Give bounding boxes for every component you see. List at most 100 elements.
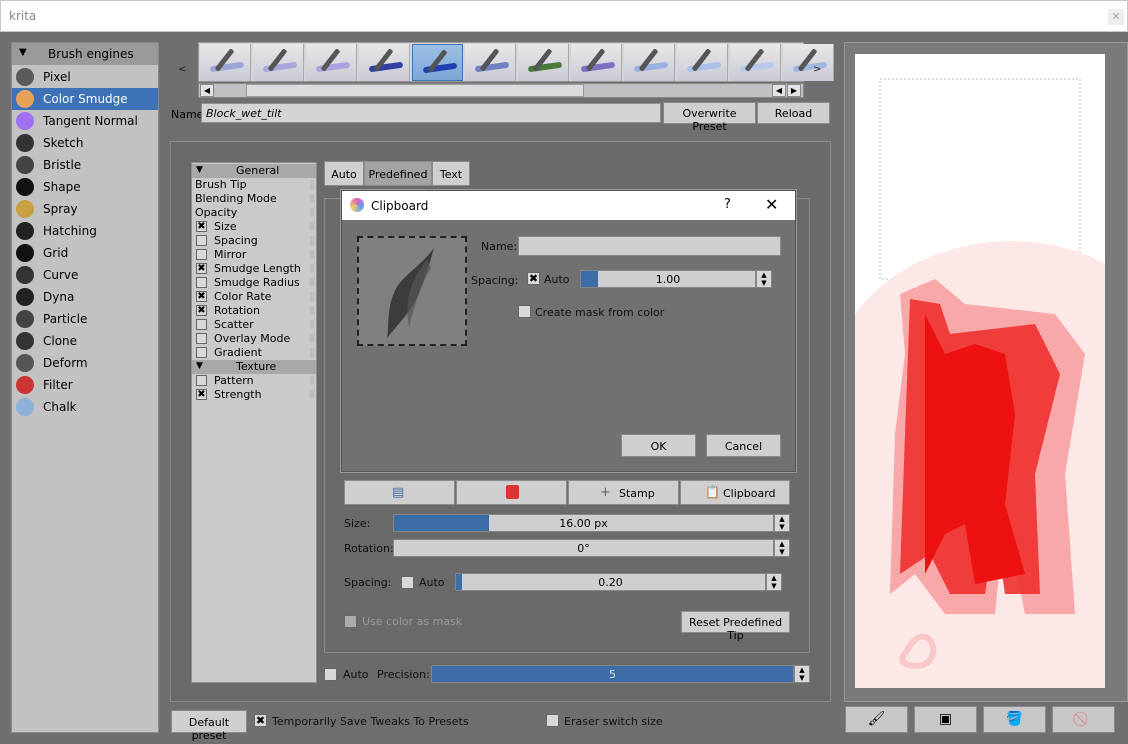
option-checkbox[interactable]: ✖ [196, 389, 207, 400]
create-mask-checkbox[interactable] [518, 305, 531, 318]
option-checkbox[interactable] [196, 375, 207, 386]
lock-icon[interactable] [310, 194, 314, 203]
option-item[interactable]: Brush Tip [192, 178, 316, 192]
preset-thumbnail[interactable] [783, 44, 834, 81]
option-item[interactable]: Gradient [192, 346, 316, 360]
engine-item[interactable]: Shape [12, 176, 158, 198]
engine-item[interactable]: Deform [12, 352, 158, 374]
option-item[interactable]: Spacing [192, 234, 316, 248]
engine-item[interactable]: Sketch [12, 132, 158, 154]
scroll-left-arrow-icon-2[interactable]: ◀ [772, 84, 786, 97]
window-close-button[interactable]: ✕ [1108, 9, 1124, 25]
preset-name-field[interactable]: Block_wet_tilt [201, 103, 661, 123]
lock-icon[interactable] [310, 348, 314, 357]
preset-thumbnail[interactable] [200, 44, 251, 81]
use-color-mask-checkbox[interactable] [344, 615, 357, 628]
lock-icon[interactable] [310, 264, 314, 273]
option-item[interactable]: Smudge Radius [192, 276, 316, 290]
preset-thumbnail[interactable] [359, 44, 410, 81]
option-checkbox[interactable]: ✖ [196, 263, 207, 274]
preset-scroll-right-button[interactable]: > [813, 64, 821, 75]
lock-icon[interactable] [310, 250, 314, 259]
preset-thumbnail[interactable] [253, 44, 304, 81]
engine-item[interactable]: Color Smudge [12, 88, 158, 110]
option-group-header[interactable]: ▼ General [192, 164, 316, 178]
preset-thumbnail[interactable] [730, 44, 781, 81]
scroll-left-arrow-icon[interactable]: ◀ [200, 84, 214, 97]
preset-thumbnail[interactable] [677, 44, 728, 81]
import-tip-button[interactable]: ▤ [344, 480, 455, 505]
rotation-slider[interactable]: 0° [393, 539, 774, 557]
lock-icon[interactable] [310, 334, 314, 343]
option-checkbox[interactable] [196, 235, 207, 246]
preset-thumbnail[interactable] [518, 44, 569, 81]
import-abr-button[interactable] [456, 480, 567, 505]
precision-spinner[interactable]: ▲ ▼ [794, 665, 810, 683]
rotation-spinner[interactable]: ▲ ▼ [774, 539, 790, 557]
option-item[interactable]: ✖ Strength [192, 388, 316, 402]
option-item[interactable]: Scatter [192, 318, 316, 332]
dialog-close-button[interactable]: ✕ [765, 195, 778, 214]
tab-predefined[interactable]: Predefined [364, 161, 432, 186]
option-item[interactable]: ✖ Smudge Length [192, 262, 316, 276]
brush-tool-button[interactable]: 🖌 [845, 706, 908, 733]
engine-item[interactable]: Tangent Normal [12, 110, 158, 132]
lock-icon[interactable] [310, 306, 314, 315]
lock-icon[interactable] [310, 208, 314, 217]
preset-thumbnail[interactable] [465, 44, 516, 81]
clipboard-button[interactable]: 📋 Clipboard [680, 480, 790, 505]
option-checkbox[interactable] [196, 333, 207, 344]
dialog-spacing-auto-checkbox[interactable]: ✖ [527, 272, 540, 285]
option-checkbox[interactable]: ✖ [196, 291, 207, 302]
option-item[interactable]: Overlay Mode [192, 332, 316, 346]
option-item[interactable]: ✖ Color Rate [192, 290, 316, 304]
size-slider[interactable]: 16.00 px [393, 514, 774, 532]
lock-icon[interactable] [310, 236, 314, 245]
lock-icon[interactable] [310, 320, 314, 329]
option-group-header[interactable]: ▼ Texture [192, 360, 316, 374]
lock-icon[interactable] [310, 376, 314, 385]
spacing-auto-checkbox[interactable] [401, 576, 414, 589]
engine-item[interactable]: Curve [12, 264, 158, 286]
dialog-cancel-button[interactable]: Cancel [706, 434, 781, 457]
reload-button[interactable]: Reload [757, 102, 830, 124]
dialog-spacing-spinner[interactable]: ▲ ▼ [756, 270, 772, 288]
eraser-switch-checkbox[interactable] [546, 714, 559, 727]
option-checkbox[interactable] [196, 249, 207, 260]
option-checkbox[interactable]: ✖ [196, 305, 207, 316]
option-item[interactable]: Blending Mode [192, 192, 316, 206]
option-checkbox[interactable] [196, 277, 207, 288]
option-item[interactable]: Opacity [192, 206, 316, 220]
reset-predefined-tip-button[interactable]: Reset Predefined Tip [681, 611, 790, 642]
lock-icon[interactable] [310, 222, 314, 231]
scratchpad-canvas[interactable] [855, 54, 1105, 688]
scroll-right-arrow-icon[interactable]: ▶ [787, 84, 801, 97]
spacing-slider[interactable]: 0.20 [455, 573, 766, 591]
engine-item[interactable]: Pixel [12, 66, 158, 88]
gradient-tool-button[interactable]: ▣ [914, 706, 977, 733]
dialog-ok-button[interactable]: OK [621, 434, 696, 457]
option-checkbox[interactable] [196, 347, 207, 358]
engine-item[interactable]: Spray [12, 198, 158, 220]
engine-item[interactable]: Bristle [12, 154, 158, 176]
lock-icon[interactable] [310, 292, 314, 301]
dialog-name-field[interactable] [518, 236, 781, 256]
dialog-help-button[interactable]: ? [724, 197, 731, 212]
option-checkbox[interactable] [196, 319, 207, 330]
option-item[interactable]: Pattern [192, 374, 316, 388]
engine-item[interactable]: Filter [12, 374, 158, 396]
temp-save-checkbox[interactable]: ✖ [254, 714, 267, 727]
preset-thumbnail[interactable] [306, 44, 357, 81]
default-preset-button[interactable]: Default preset [171, 710, 247, 742]
preset-thumbnail[interactable] [571, 44, 622, 81]
engine-item[interactable]: Grid [12, 242, 158, 264]
preset-thumbnail[interactable] [624, 44, 675, 81]
engine-item[interactable]: Chalk [12, 396, 158, 418]
tab-auto[interactable]: Auto [324, 161, 364, 186]
option-item[interactable]: ✖ Rotation [192, 304, 316, 318]
option-item[interactable]: ✖ Size [192, 220, 316, 234]
preset-thumbnail[interactable] [412, 44, 463, 81]
fill-bucket-tool-button[interactable]: 🪣 [983, 706, 1046, 733]
size-spinner[interactable]: ▲ ▼ [774, 514, 790, 532]
lock-icon[interactable] [310, 278, 314, 287]
